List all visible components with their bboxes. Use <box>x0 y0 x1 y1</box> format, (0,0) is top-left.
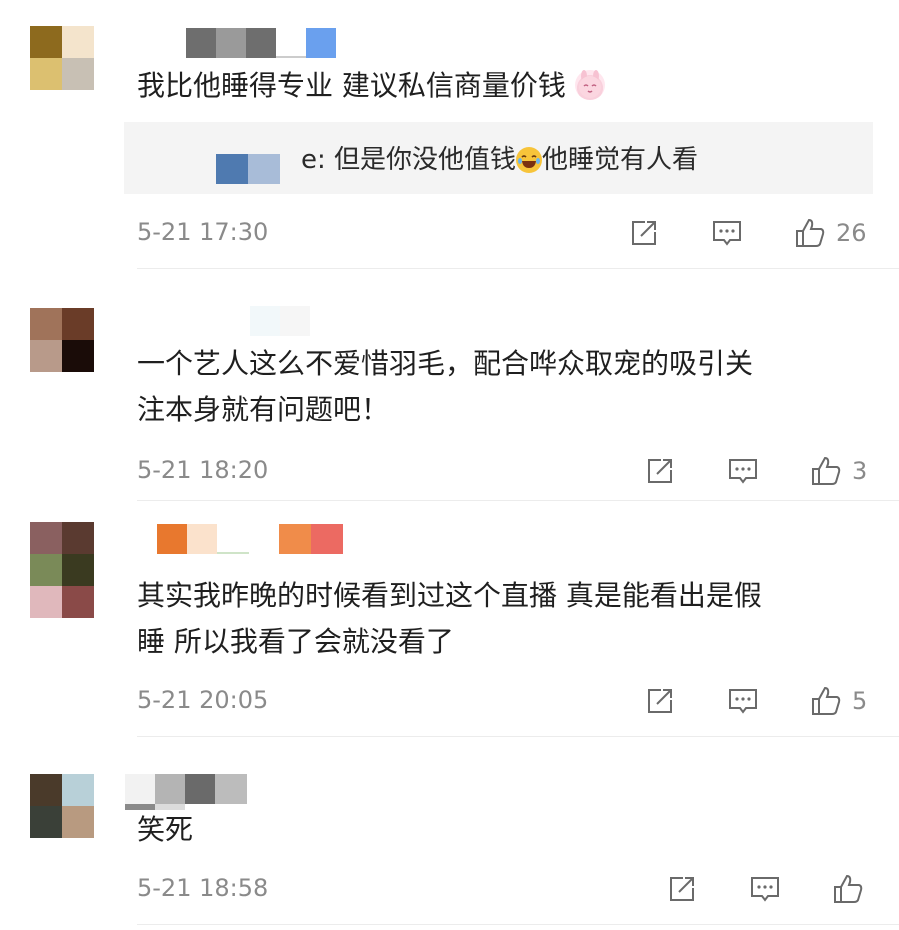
username[interactable] <box>250 306 310 336</box>
comment-actions: 26 <box>628 217 867 249</box>
avatar[interactable] <box>30 308 94 372</box>
share-icon[interactable] <box>644 685 676 717</box>
thumbs-up-icon[interactable] <box>832 873 864 905</box>
share-icon[interactable] <box>666 873 698 905</box>
comment-item: 我比他睡得专业 建议私信商量价钱 e: 但是你没他值钱 他睡觉有人看 5-21 … <box>0 0 899 270</box>
username[interactable] <box>126 28 336 58</box>
avatar[interactable] <box>30 26 94 90</box>
username[interactable] <box>125 524 343 554</box>
comment-time: 5-21 18:20 <box>137 456 269 484</box>
comment-text: 我比他睡得专业 建议私信商量价钱 <box>137 64 605 108</box>
bunny-emoji-icon <box>574 70 605 100</box>
comment-time: 5-21 20:05 <box>137 686 269 714</box>
share-icon[interactable] <box>644 455 676 487</box>
avatar[interactable] <box>30 522 94 618</box>
divider <box>137 736 899 737</box>
like-count: 5 <box>852 687 868 715</box>
comment-item: 其实我昨晚的时候看到过这个直播 真是能看出是假 睡 所以我看了会就没看了 5-2… <box>0 502 899 738</box>
share-icon[interactable] <box>628 217 660 249</box>
comment-time: 5-21 17:30 <box>137 218 269 246</box>
comment-icon[interactable] <box>749 873 781 905</box>
reply-box[interactable]: e: 但是你没他值钱 他睡觉有人看 <box>124 122 873 194</box>
comment-actions <box>666 873 864 905</box>
reply-text: e: 但是你没他值钱 他睡觉有人看 <box>301 145 699 175</box>
divider <box>137 924 899 925</box>
comment-actions: 3 <box>644 455 867 487</box>
reply-username[interactable] <box>216 154 248 184</box>
comment-text-line2: 注本身就有问题吧！ <box>137 393 390 426</box>
comment-actions: 5 <box>644 685 867 717</box>
divider <box>137 268 899 269</box>
comment-text: 笑死 <box>137 813 194 846</box>
thumbs-up-icon[interactable] <box>810 455 842 487</box>
comment-text-line2: 睡 所以我看了会就没看了 <box>137 625 454 658</box>
username[interactable] <box>125 774 247 804</box>
comment-item: 一个艺人这么不爱惜羽毛，配合哗众取宠的吸引关 注本身就有问题吧！ 5-21 18… <box>0 270 899 502</box>
thumbs-up-icon[interactable] <box>810 685 842 717</box>
comment-time: 5-21 18:58 <box>137 874 269 902</box>
comment-text-line1: 一个艺人这么不爱惜羽毛，配合哗众取宠的吸引关 <box>137 347 754 380</box>
comment-icon[interactable] <box>711 217 743 249</box>
comment-icon[interactable] <box>727 685 759 717</box>
thumbs-up-icon[interactable] <box>794 217 826 249</box>
avatar[interactable] <box>30 774 94 838</box>
laughing-emoji-icon <box>516 147 543 173</box>
divider <box>137 500 899 501</box>
like-count: 26 <box>836 219 867 247</box>
like-count: 3 <box>852 457 868 485</box>
comment-text-line1: 其实我昨晚的时候看到过这个直播 真是能看出是假 <box>137 579 762 612</box>
comment-item: 笑死 5-21 18:58 <box>0 738 899 930</box>
comment-icon[interactable] <box>727 455 759 487</box>
